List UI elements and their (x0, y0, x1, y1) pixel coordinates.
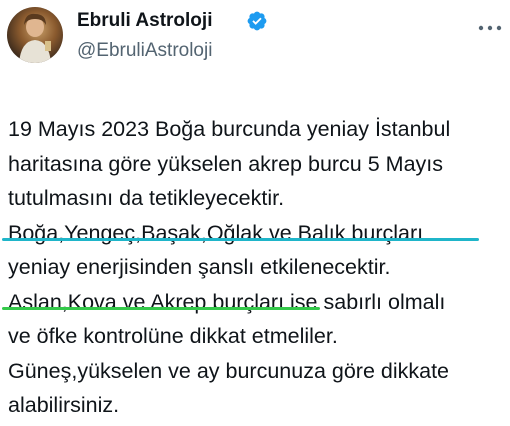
tweet-line-highlighted-signs: Aslan,Kova ve Akrep burçları ise sabırlı… (8, 289, 446, 314)
tweet-line: haritasına göre yükselen akrep burcu 5 M… (8, 151, 444, 176)
tweet-line: 19 Mayıs 2023 Boğa burcunda yeniay İstan… (8, 117, 451, 141)
tweet-line: ve öfke kontrolüne dikkat etmeliler. (8, 324, 338, 348)
tweet-text: 19 Mayıs 2023 Boğa burcunda yeniay İstan… (8, 112, 504, 423)
teal-underline-mark (2, 238, 479, 241)
user-handle[interactable]: @EbruliAstroloji (77, 40, 212, 62)
avatar[interactable] (7, 7, 63, 63)
tweet-line: Güneş,yükselen ve ay burcunuza göre dikk… (8, 358, 450, 383)
tweet-line: tutulmasını da tetikleyecektir. (8, 186, 285, 210)
profile-photo-icon (19, 13, 51, 63)
tweet-line-highlighted-signs: Boğa,Yengeç,Başak,Oğlak ve Balık burçlar… (8, 220, 424, 245)
display-name[interactable]: Ebruli Astroloji (77, 10, 212, 32)
more-options-icon[interactable] (476, 18, 504, 38)
verified-badge-icon (247, 11, 267, 31)
tweet-line: yeniay enerjisinden şanslı etkilenecekti… (8, 255, 391, 279)
tweet-line: alabilirsiniz. (8, 393, 120, 417)
green-underline-mark (2, 307, 320, 310)
tweet-header: Ebruli Astroloji @EbruliAstroloji (0, 0, 510, 90)
